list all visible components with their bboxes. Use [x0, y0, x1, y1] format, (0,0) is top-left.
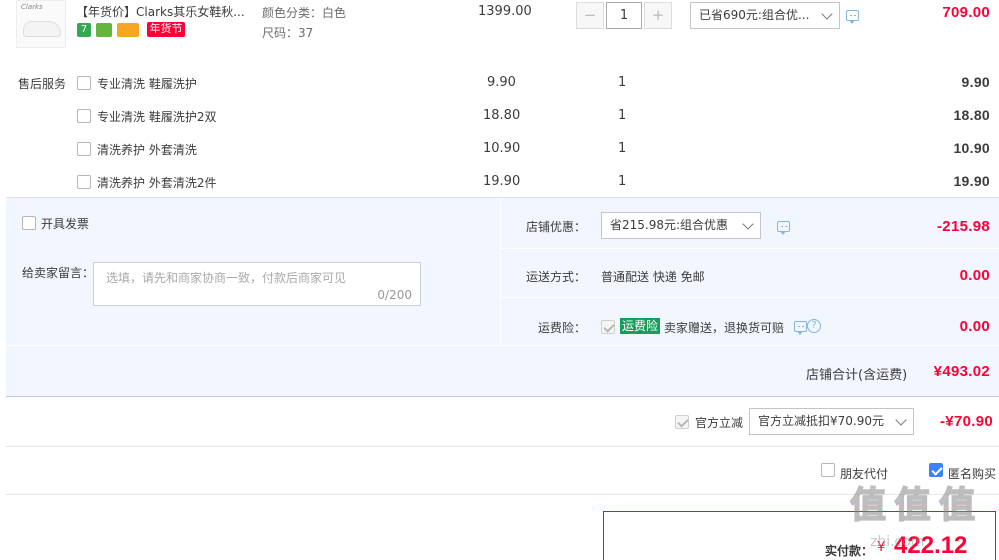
- service-name: 清洗养护 外套清洗: [97, 143, 197, 157]
- service-checkbox[interactable]: [77, 76, 91, 90]
- quantity-input[interactable]: 1: [606, 2, 642, 29]
- service-name: 清洗养护 外套清洗2件: [97, 176, 217, 190]
- insurance-checkbox[interactable]: [601, 320, 615, 334]
- service-checkbox[interactable]: [77, 142, 91, 156]
- divider: [500, 198, 501, 346]
- chat-icon[interactable]: [777, 221, 790, 235]
- store-discount-select-label: 省215.98元:组合优惠: [610, 218, 729, 232]
- official-discount-label: 官方立减: [695, 416, 744, 430]
- divider: [6, 345, 999, 346]
- official-discount-select[interactable]: 官方立减抵扣¥70.90元: [749, 408, 914, 435]
- shoe-image: [23, 21, 61, 37]
- message-label: 给卖家留言：: [22, 266, 95, 280]
- invoice-label: 开具发票: [41, 217, 90, 231]
- insurance-tag: 运费险: [620, 318, 661, 334]
- service-checkbox[interactable]: [77, 109, 91, 123]
- service-qty: 1: [618, 141, 627, 156]
- promo-select-label: 已省690元:组合优...: [699, 8, 810, 22]
- spec-size: 尺码：37: [262, 26, 314, 40]
- chat-icon[interactable]: [846, 10, 859, 24]
- service-price: 9.90: [487, 75, 516, 90]
- friend-pay-label: 朋友代付: [840, 467, 889, 481]
- service-subtotal: 10.90: [953, 140, 990, 156]
- help-icon[interactable]: ?: [807, 319, 821, 333]
- product-title[interactable]: 【年货价】Clarks其乐女鞋秋...: [76, 3, 245, 20]
- service-subtotal: 9.90: [961, 74, 990, 90]
- store-discount-select[interactable]: 省215.98元:组合优惠: [601, 212, 761, 239]
- shield-icon: [96, 23, 112, 37]
- anonymous-checkbox[interactable]: [929, 463, 943, 477]
- spec-color: 颜色分类：白色: [262, 6, 347, 20]
- service-price: 18.80: [483, 108, 521, 123]
- service-subtotal: 18.80: [953, 107, 990, 123]
- divider: [500, 248, 999, 249]
- promo-select[interactable]: 已省690元:组合优...: [690, 2, 840, 29]
- festival-badge: 年货节: [147, 22, 185, 37]
- store-total-label: 店铺合计(含运费): [806, 368, 908, 383]
- payment-label: 实付款：: [825, 544, 874, 558]
- chevron-down-icon: [742, 218, 754, 230]
- message-placeholder: 选填，请先和商家协商一致，付款后商家可见: [106, 271, 347, 285]
- official-discount-checkbox[interactable]: [675, 415, 689, 429]
- message-input[interactable]: 选填，请先和商家协商一致，付款后商家可见 0/200: [93, 262, 421, 306]
- payment-currency: ¥: [877, 540, 886, 555]
- qty-minus-button[interactable]: −: [576, 2, 604, 29]
- shipping-amount: 0.00: [959, 267, 990, 284]
- store-discount-label: 店铺优惠：: [526, 220, 587, 234]
- payment-amount: 422.12: [894, 532, 968, 559]
- insurance-amount: 0.00: [959, 318, 990, 335]
- chevron-down-icon: [821, 8, 833, 20]
- store-total-amount: ¥493.02: [933, 363, 990, 380]
- shipping-label: 运送方式：: [526, 270, 587, 284]
- qty-plus-button[interactable]: +: [644, 2, 672, 29]
- service-price: 19.90: [483, 174, 521, 189]
- insurance-desc: 卖家赠送，退换货可赔: [664, 321, 785, 335]
- divider: [6, 396, 999, 397]
- friend-pay-checkbox[interactable]: [821, 463, 835, 477]
- official-discount-select-label: 官方立减抵扣¥70.90元: [758, 414, 884, 428]
- invoice-checkbox[interactable]: [22, 216, 36, 230]
- after-sales-label: 售后服务: [18, 77, 67, 91]
- divider: [500, 297, 999, 298]
- product-thumbnail[interactable]: Clarks: [16, 0, 66, 48]
- service-price: 10.90: [483, 141, 521, 156]
- service-name: 专业清洗 鞋履洗护2双: [97, 110, 217, 124]
- credit-card-icon: [117, 23, 139, 37]
- service-qty: 1: [618, 75, 627, 90]
- service-checkbox[interactable]: [77, 175, 91, 189]
- service-qty: 1: [618, 174, 627, 189]
- official-discount-amount: -¥70.90: [940, 413, 993, 430]
- message-count: 0/200: [377, 288, 412, 302]
- service-qty: 1: [618, 108, 627, 123]
- divider: [6, 494, 999, 495]
- unit-price: 1399.00: [478, 4, 532, 19]
- anonymous-label: 匿名购买: [948, 467, 997, 481]
- shipping-value: 普通配送 快递 免邮: [601, 270, 705, 284]
- store-discount-amount: -215.98: [937, 218, 990, 235]
- chat-icon[interactable]: [794, 321, 807, 335]
- brand-mark: Clarks: [21, 3, 43, 11]
- chevron-down-icon: [895, 414, 907, 426]
- service-name: 专业清洗 鞋履洗护: [97, 77, 197, 91]
- seven-day-return-icon: 7: [77, 23, 91, 37]
- insurance-label: 运费险：: [538, 321, 587, 335]
- service-subtotal: 19.90: [953, 173, 990, 189]
- payment-summary-box: 实付款： ¥ 422.12: [603, 511, 996, 560]
- divider: [6, 446, 999, 447]
- product-subtotal: 709.00: [942, 4, 990, 21]
